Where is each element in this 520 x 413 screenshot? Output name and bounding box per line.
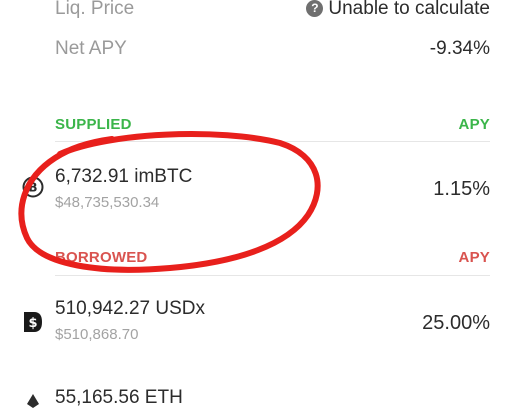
ethereum-icon bbox=[22, 394, 44, 413]
svg-text:$: $ bbox=[28, 316, 37, 331]
bitcoin-icon: B bbox=[22, 176, 44, 203]
supplied-heading: SUPPLIED bbox=[55, 116, 132, 133]
net-apy-label: Net APY bbox=[55, 38, 127, 59]
liq-price-text: Unable to calculate bbox=[328, 0, 490, 19]
liq-price-value: ? Unable to calculate bbox=[306, 0, 490, 20]
liq-price-label: Liq. Price bbox=[55, 0, 135, 19]
borrowed-amount: 510,942.27 USDx bbox=[55, 298, 205, 319]
borrowed-usd-value: $510,868.70 bbox=[55, 326, 139, 343]
supplied-divider bbox=[55, 141, 490, 142]
borrowed-apy-value: 25.00% bbox=[422, 312, 490, 334]
supplied-amount: 6,732.91 imBTC bbox=[55, 166, 193, 187]
borrowed-amount-2: 55,165.56 ETH bbox=[55, 387, 183, 408]
borrowed-divider bbox=[55, 275, 490, 276]
supplied-usd-value: $48,735,530.34 bbox=[55, 194, 160, 211]
usdx-icon: $ bbox=[22, 310, 44, 339]
svg-text:B: B bbox=[28, 181, 37, 195]
net-apy-value: -9.34% bbox=[429, 38, 490, 59]
supplied-apy-value: 1.15% bbox=[433, 178, 490, 200]
borrowed-heading: BORROWED bbox=[55, 249, 148, 266]
question-mark-icon[interactable]: ? bbox=[306, 0, 324, 17]
supplied-apy-heading: APY bbox=[458, 116, 490, 133]
borrowed-apy-heading: APY bbox=[458, 249, 490, 266]
